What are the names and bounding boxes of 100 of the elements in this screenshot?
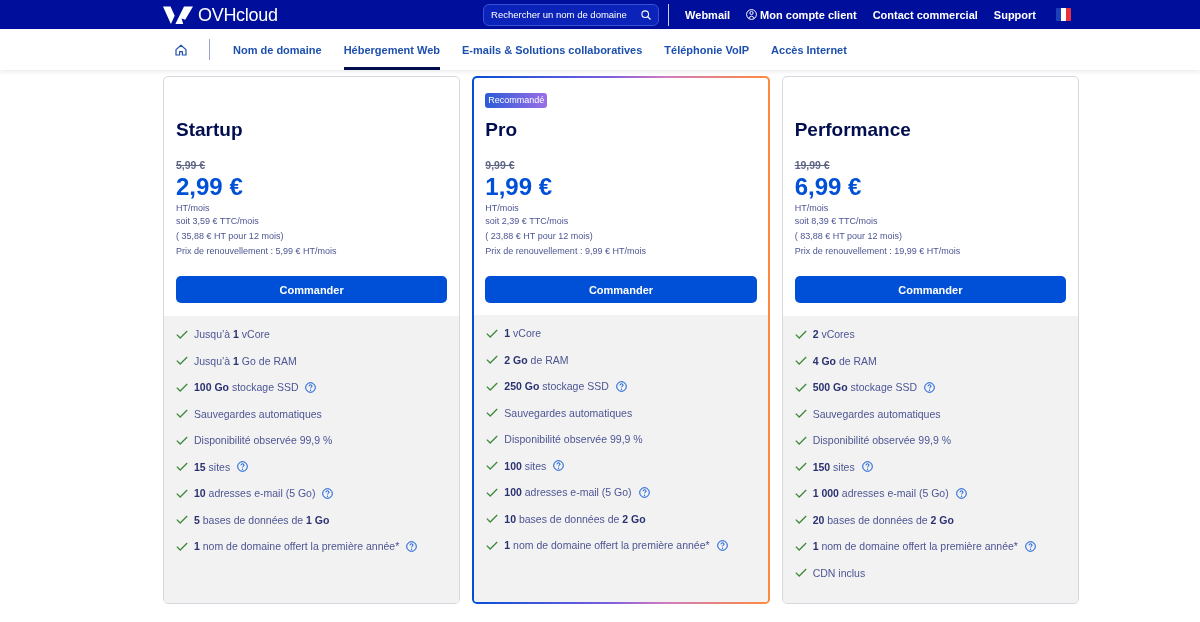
nav-tab[interactable]: E-mails & Solutions collaboratives [462, 29, 643, 70]
feature-text: 2 Go de RAM [504, 353, 569, 366]
check-icon [486, 408, 499, 417]
search-icon[interactable] [641, 9, 652, 20]
check-icon [176, 356, 188, 365]
check-icon [176, 329, 188, 339]
price-note: Prix de renouvellement : 9,99 € HT/mois [485, 245, 646, 258]
check-icon [486, 381, 499, 391]
order-button[interactable]: Commander [176, 276, 448, 303]
feature-text: 4 Go de RAM [812, 354, 877, 367]
order-button[interactable]: Commander [485, 276, 757, 303]
price-note: Prix de renouvellement : 19,99 € HT/mois [794, 245, 961, 258]
check-icon [486, 487, 499, 497]
help-icon[interactable] [1024, 540, 1036, 552]
feature-text: 250 Go stockage SSD [504, 380, 609, 392]
feature-text: 1 nom de domaine offert la première année* [194, 540, 400, 552]
check-icon [176, 515, 188, 524]
feature-text: CDN inclus [812, 566, 866, 579]
price-note: soit 3,59 € TTC/mois [176, 215, 259, 228]
feature-text: 100 adresses e-mail (5 Go) [504, 486, 632, 498]
account-link[interactable]: Mon compte client [746, 8, 857, 21]
search-field[interactable]: Rechercher un nom de domaine [483, 3, 660, 26]
feature-text: 15 sites [194, 460, 231, 473]
feature-text: Sauvegardes automatiques [812, 407, 941, 420]
feature-text: Disponibilité observée 99,9 % [194, 434, 333, 446]
check-icon [794, 462, 807, 471]
nav-tab[interactable]: Nom de domaine [233, 29, 322, 70]
check-icon [794, 541, 807, 551]
plan-name: Startup [176, 118, 243, 142]
check-icon [794, 329, 807, 339]
feature-text: 1 vCore [504, 327, 542, 339]
old-price: 5,99 € [176, 159, 206, 172]
feature-text: 1 nom de domaine offert la première année* [504, 539, 710, 551]
help-icon[interactable] [638, 486, 650, 498]
check-icon [794, 568, 807, 577]
check-icon [176, 435, 188, 445]
feature-text: Jusqu’à 1 vCore [194, 328, 270, 340]
help-icon[interactable] [955, 487, 967, 499]
check-icon [176, 488, 188, 498]
logo-text: OVHcloud [198, 4, 278, 25]
plan-name: Performance [794, 118, 911, 142]
nav-tab[interactable]: Hébergement Web [343, 29, 440, 70]
feature-text: 100 sites [504, 459, 547, 472]
plan-name: Pro [485, 118, 517, 142]
price-unit: HT/mois [794, 203, 829, 214]
price-note: Prix de renouvellement : 5,99 € HT/mois [176, 245, 337, 258]
price-unit: HT/mois [176, 203, 210, 214]
price-unit: HT/mois [485, 203, 519, 214]
feature-text: Sauvegardes automatiques [504, 406, 633, 419]
check-icon [486, 514, 499, 523]
feature-text: Jusqu’à 1 Go de RAM [194, 354, 297, 367]
price-note: ( 23,88 € HT pour 12 mois) [485, 230, 593, 243]
check-icon [176, 541, 188, 551]
help-icon[interactable] [237, 461, 249, 472]
recommended-badge: Recommandé [485, 93, 548, 108]
help-icon[interactable] [553, 460, 565, 471]
check-icon [176, 382, 188, 392]
check-icon [486, 355, 499, 364]
check-icon [176, 462, 188, 471]
header-link[interactable]: Support [993, 8, 1036, 21]
feature-text: 1 000 adresses e-mail (5 Go) [812, 487, 949, 499]
order-button[interactable]: Commander [794, 276, 1066, 303]
check-icon [794, 382, 807, 392]
check-icon [486, 461, 499, 470]
old-price: 19,99 € [794, 159, 830, 172]
help-icon[interactable] [305, 381, 317, 393]
home-icon[interactable] [175, 43, 187, 56]
logo-icon [163, 5, 193, 24]
user-icon [746, 9, 758, 20]
old-price: 9,99 € [485, 159, 515, 172]
nav-tab[interactable]: Téléphonie VoIP [664, 29, 750, 70]
check-icon [176, 409, 188, 418]
flag-icon[interactable] [1056, 8, 1071, 21]
feature-text: Disponibilité observée 99,9 % [504, 433, 643, 445]
plan-price: 6,99 € [794, 173, 862, 201]
check-icon [794, 435, 807, 445]
feature-text: 100 Go stockage SSD [194, 381, 299, 393]
price-note: ( 35,88 € HT pour 12 mois) [176, 230, 284, 243]
check-icon [794, 488, 807, 498]
check-icon [486, 328, 499, 338]
feature-text: Disponibilité observée 99,9 % [812, 434, 951, 446]
header-link[interactable]: Contact commercial [872, 8, 978, 21]
check-icon [794, 356, 807, 365]
feature-text: 5 bases de données de 1 Go [194, 513, 330, 526]
help-icon[interactable] [615, 380, 627, 392]
help-icon[interactable] [716, 539, 728, 551]
help-icon[interactable] [924, 381, 936, 393]
price-note: ( 83,88 € HT pour 12 mois) [794, 230, 903, 243]
feature-text: 20 bases de données de 2 Go [812, 513, 954, 526]
plan-price: 1,99 € [485, 173, 553, 201]
header-link[interactable]: Webmail [685, 8, 731, 21]
check-icon [794, 409, 807, 418]
help-icon[interactable] [861, 461, 873, 472]
help-icon[interactable] [322, 487, 334, 499]
check-icon [794, 515, 807, 524]
feature-text: 500 Go stockage SSD [812, 381, 918, 393]
help-icon[interactable] [406, 540, 418, 552]
feature-text: 10 adresses e-mail (5 Go) [194, 487, 316, 499]
price-note: soit 8,39 € TTC/mois [794, 215, 878, 228]
nav-tab[interactable]: Accès Internet [771, 29, 847, 70]
